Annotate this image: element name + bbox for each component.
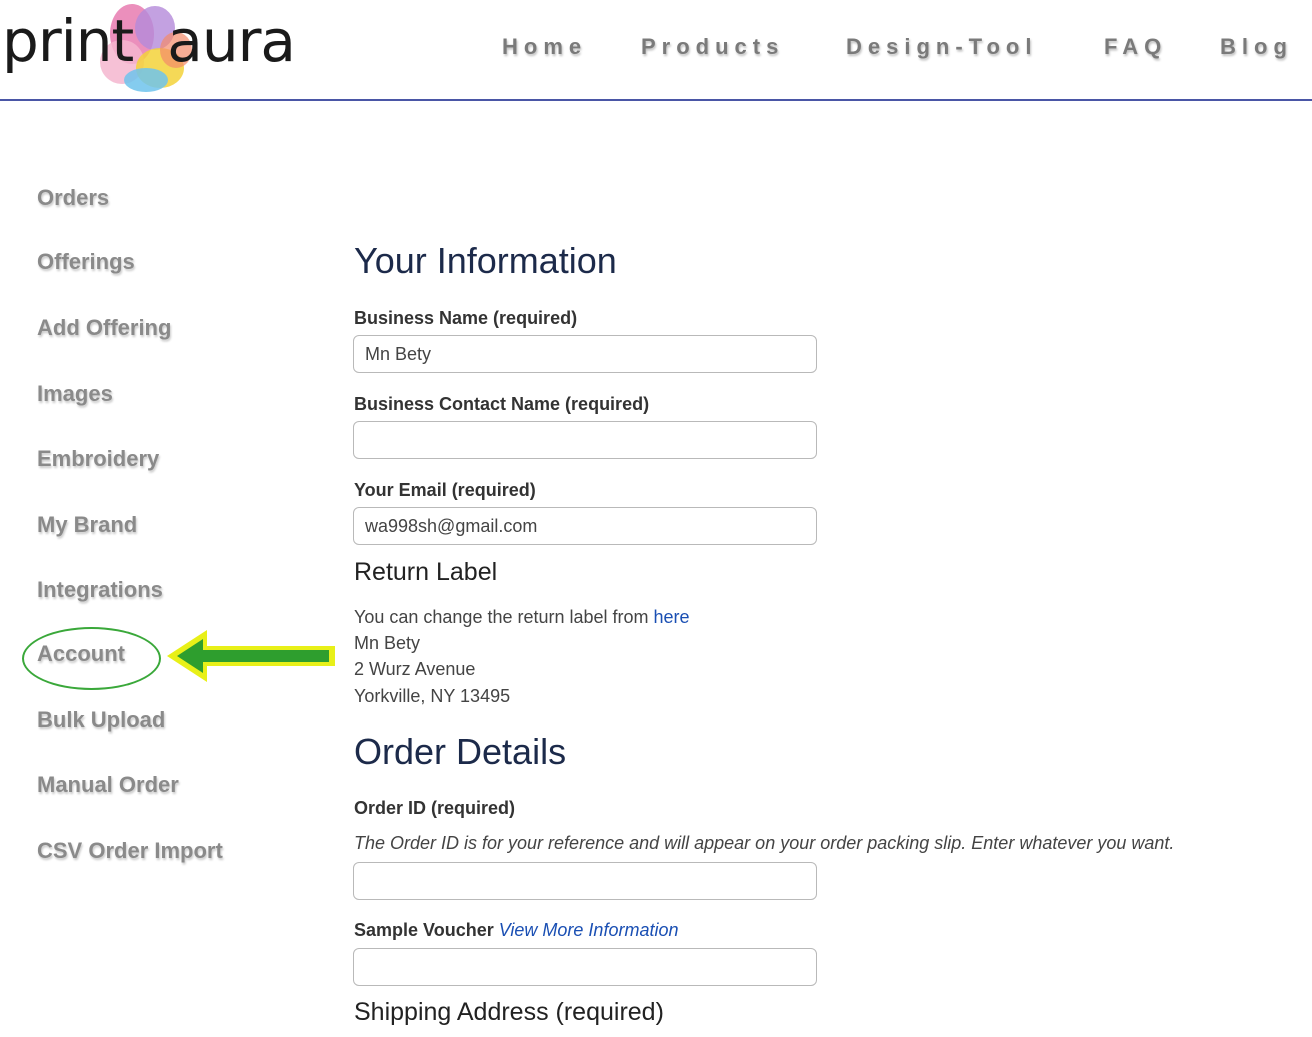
- email-field[interactable]: wa998sh@gmail.com: [353, 507, 817, 545]
- return-address-line-2: 2 Wurz Avenue: [354, 659, 476, 679]
- sample-voucher-label-text: Sample Voucher: [354, 920, 494, 940]
- sample-voucher-label: Sample Voucher View More Information: [354, 920, 678, 941]
- sidebar-item-bulk-upload[interactable]: Bulk Upload: [37, 707, 165, 733]
- sidebar-item-manual-order[interactable]: Manual Order: [37, 772, 179, 798]
- return-label-heading: Return Label: [354, 558, 498, 586]
- header-divider: [0, 99, 1312, 101]
- sidebar-item-offerings[interactable]: Offerings: [37, 249, 135, 275]
- account-highlight-circle: [22, 627, 161, 690]
- sidebar-item-images[interactable]: Images: [37, 381, 113, 407]
- sidebar-item-csv-order-import[interactable]: CSV Order Import: [37, 838, 223, 864]
- sidebar-item-add-offering[interactable]: Add Offering: [37, 315, 171, 341]
- order-id-label: Order ID (required): [354, 798, 516, 818]
- return-label-note-text: You can change the return label from: [354, 607, 654, 627]
- return-label-here-link[interactable]: here: [654, 607, 690, 627]
- top-nav: Home Products Design-Tool FAQ Blog: [0, 34, 1312, 64]
- sample-voucher-field[interactable]: [353, 948, 817, 986]
- contact-name-field[interactable]: [353, 421, 817, 459]
- business-name-label: Business Name (required): [354, 308, 578, 328]
- your-information-heading: Your Information: [354, 240, 617, 281]
- sidebar-item-my-brand[interactable]: My Brand: [37, 512, 137, 538]
- sidebar-item-orders[interactable]: Orders: [37, 185, 109, 211]
- pointer-arrow-icon: [167, 630, 335, 682]
- business-name-field[interactable]: Mn Bety: [353, 335, 817, 373]
- nav-home[interactable]: Home: [502, 34, 587, 60]
- order-details-heading: Order Details: [354, 731, 567, 772]
- sample-voucher-more-info-link[interactable]: View More Information: [499, 920, 679, 940]
- sidebar-item-integrations[interactable]: Integrations: [37, 577, 163, 603]
- return-address-line-3: Yorkville, NY 13495: [354, 686, 511, 706]
- order-id-field[interactable]: [353, 862, 817, 900]
- nav-design-tool[interactable]: Design-Tool: [846, 34, 1037, 60]
- sidebar-item-embroidery[interactable]: Embroidery: [37, 446, 159, 472]
- return-address-line-1: Mn Bety: [354, 633, 421, 653]
- contact-name-label: Business Contact Name (required): [354, 394, 650, 414]
- shipping-address-heading: Shipping Address (required): [354, 998, 664, 1026]
- nav-faq[interactable]: FAQ: [1104, 34, 1167, 60]
- nav-blog[interactable]: Blog: [1220, 34, 1293, 60]
- nav-products[interactable]: Products: [641, 34, 784, 60]
- order-id-hint: The Order ID is for your reference and w…: [354, 833, 1175, 853]
- return-label-note: You can change the return label from her…: [354, 607, 690, 628]
- email-label: Your Email (required): [354, 480, 536, 500]
